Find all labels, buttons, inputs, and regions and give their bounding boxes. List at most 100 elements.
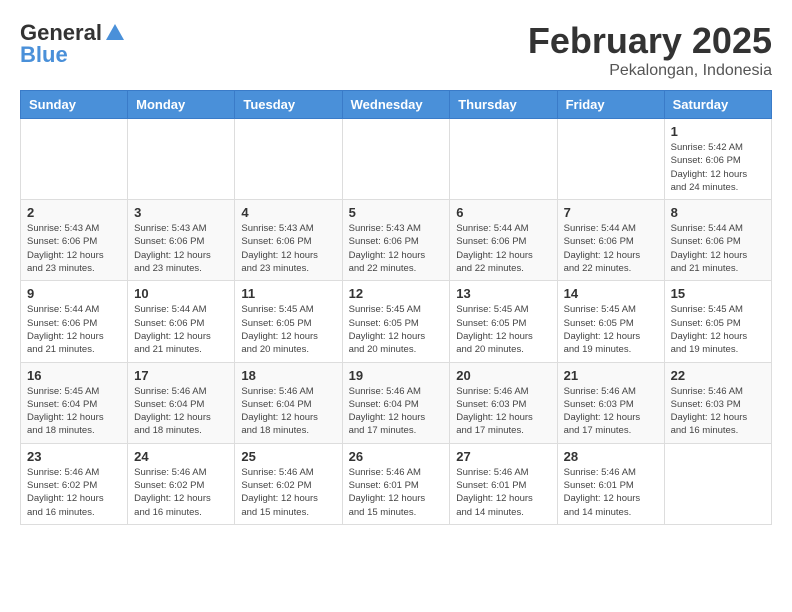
table-row: 6 Sunrise: 5:44 AM Sunset: 6:06 PM Daylig… [450, 200, 557, 281]
day-info: Sunrise: 5:46 AM Sunset: 6:04 PM Dayligh… [134, 385, 228, 438]
day-number: 1 [671, 124, 765, 139]
table-row: 9Sunrise: 5:44 AM Sunset: 6:06 PM Daylig… [21, 281, 128, 362]
day-info: Sunrise: 5:45 AM Sunset: 6:05 PM Dayligh… [456, 303, 550, 356]
day-info: Sunrise: 5:46 AM Sunset: 6:03 PM Dayligh… [456, 385, 550, 438]
day-number: 6 [456, 205, 550, 220]
day-number: 15 [671, 286, 765, 301]
day-number: 8 [671, 205, 765, 220]
table-row: 21Sunrise: 5:46 AM Sunset: 6:03 PM Dayli… [557, 362, 664, 443]
day-info: Sunrise: 5:45 AM Sunset: 6:05 PM Dayligh… [241, 303, 335, 356]
day-number: 5 [349, 205, 444, 220]
title-section: February 2025 Pekalongan, Indonesia [528, 20, 772, 80]
table-row: 24 Sunrise: 5:46 AM Sunset: 6:02 PM Dayli… [128, 443, 235, 524]
weekday-header-row: Sunday Monday Tuesday Wednesday Thursday… [21, 91, 772, 119]
page-header: General Blue February 2025 Pekalongan, I… [20, 20, 772, 80]
day-info: Sunrise: 5:46 AM Sunset: 6:01 PM Dayligh… [564, 466, 658, 519]
table-row: 25Sunrise: 5:46 AM Sunset: 6:02 PM Dayli… [235, 443, 342, 524]
logo: General Blue [20, 20, 126, 68]
header-friday: Friday [557, 91, 664, 119]
day-number: 4 [241, 205, 335, 220]
table-row [128, 119, 235, 200]
table-row: 4 Sunrise: 5:43 AM Sunset: 6:06 PM Daylig… [235, 200, 342, 281]
day-number: 26 [349, 449, 444, 464]
table-row: 3 Sunrise: 5:43 AM Sunset: 6:06 PM Daylig… [128, 200, 235, 281]
table-row: 13 Sunrise: 5:45 AM Sunset: 6:05 PM Dayli… [450, 281, 557, 362]
table-row: 7 Sunrise: 5:44 AM Sunset: 6:06 PM Daylig… [557, 200, 664, 281]
header-thursday: Thursday [450, 91, 557, 119]
day-info: Sunrise: 5:44 AM Sunset: 6:06 PM Dayligh… [456, 222, 550, 275]
day-number: 10 [134, 286, 228, 301]
table-row: 16 Sunrise: 5:45 AM Sunset: 6:04 PM Dayli… [21, 362, 128, 443]
table-row: 5 Sunrise: 5:43 AM Sunset: 6:06 PM Daylig… [342, 200, 450, 281]
day-number: 12 [349, 286, 444, 301]
table-row: 28 Sunrise: 5:46 AM Sunset: 6:01 PM Dayli… [557, 443, 664, 524]
header-sunday: Sunday [21, 91, 128, 119]
day-info: Sunrise: 5:45 AM Sunset: 6:04 PM Dayligh… [27, 385, 121, 438]
day-info: Sunrise: 5:45 AM Sunset: 6:05 PM Dayligh… [349, 303, 444, 356]
table-row: 2 Sunrise: 5:43 AM Sunset: 6:06 PM Daylig… [21, 200, 128, 281]
day-info: Sunrise: 5:43 AM Sunset: 6:06 PM Dayligh… [27, 222, 121, 275]
day-info: Sunrise: 5:45 AM Sunset: 6:05 PM Dayligh… [564, 303, 658, 356]
header-monday: Monday [128, 91, 235, 119]
table-row: 10 Sunrise: 5:44 AM Sunset: 6:06 PM Dayli… [128, 281, 235, 362]
table-row: 18 Sunrise: 5:46 AM Sunset: 6:04 PM Dayli… [235, 362, 342, 443]
table-row [450, 119, 557, 200]
day-info: Sunrise: 5:45 AM Sunset: 6:05 PM Dayligh… [671, 303, 765, 356]
table-row: 12 Sunrise: 5:45 AM Sunset: 6:05 PM Dayli… [342, 281, 450, 362]
table-row: 27Sunrise: 5:46 AM Sunset: 6:01 PM Dayli… [450, 443, 557, 524]
day-number: 9 [27, 286, 121, 301]
table-row: 17Sunrise: 5:46 AM Sunset: 6:04 PM Dayli… [128, 362, 235, 443]
table-row: 15 Sunrise: 5:45 AM Sunset: 6:05 PM Dayli… [664, 281, 771, 362]
day-info: Sunrise: 5:44 AM Sunset: 6:06 PM Dayligh… [671, 222, 765, 275]
day-info: Sunrise: 5:43 AM Sunset: 6:06 PM Dayligh… [349, 222, 444, 275]
logo-icon [104, 22, 126, 44]
table-row: 23Sunrise: 5:46 AM Sunset: 6:02 PM Dayli… [21, 443, 128, 524]
week-row-4: 23Sunrise: 5:46 AM Sunset: 6:02 PM Dayli… [21, 443, 772, 524]
week-row-3: 16 Sunrise: 5:45 AM Sunset: 6:04 PM Dayli… [21, 362, 772, 443]
table-row [235, 119, 342, 200]
table-row [557, 119, 664, 200]
day-info: Sunrise: 5:46 AM Sunset: 6:02 PM Dayligh… [134, 466, 228, 519]
location: Pekalongan, Indonesia [528, 62, 772, 80]
day-info: Sunrise: 5:44 AM Sunset: 6:06 PM Dayligh… [564, 222, 658, 275]
day-number: 14 [564, 286, 658, 301]
day-number: 13 [456, 286, 550, 301]
day-number: 16 [27, 368, 121, 383]
day-info: Sunrise: 5:46 AM Sunset: 6:04 PM Dayligh… [241, 385, 335, 438]
day-info: Sunrise: 5:42 AM Sunset: 6:06 PM Dayligh… [671, 141, 765, 194]
table-row [342, 119, 450, 200]
table-row [21, 119, 128, 200]
day-number: 18 [241, 368, 335, 383]
day-info: Sunrise: 5:46 AM Sunset: 6:03 PM Dayligh… [564, 385, 658, 438]
day-number: 24 [134, 449, 228, 464]
table-row: 20 Sunrise: 5:46 AM Sunset: 6:03 PM Dayli… [450, 362, 557, 443]
header-wednesday: Wednesday [342, 91, 450, 119]
day-info: Sunrise: 5:46 AM Sunset: 6:01 PM Dayligh… [349, 466, 444, 519]
table-row: 11Sunrise: 5:45 AM Sunset: 6:05 PM Dayli… [235, 281, 342, 362]
day-number: 28 [564, 449, 658, 464]
day-number: 20 [456, 368, 550, 383]
day-number: 25 [241, 449, 335, 464]
calendar: Sunday Monday Tuesday Wednesday Thursday… [20, 90, 772, 525]
day-info: Sunrise: 5:46 AM Sunset: 6:04 PM Dayligh… [349, 385, 444, 438]
header-saturday: Saturday [664, 91, 771, 119]
table-row: 19 Sunrise: 5:46 AM Sunset: 6:04 PM Dayli… [342, 362, 450, 443]
day-number: 19 [349, 368, 444, 383]
day-number: 2 [27, 205, 121, 220]
day-info: Sunrise: 5:43 AM Sunset: 6:06 PM Dayligh… [241, 222, 335, 275]
day-info: Sunrise: 5:43 AM Sunset: 6:06 PM Dayligh… [134, 222, 228, 275]
week-row-1: 2 Sunrise: 5:43 AM Sunset: 6:06 PM Daylig… [21, 200, 772, 281]
table-row: 22Sunrise: 5:46 AM Sunset: 6:03 PM Dayli… [664, 362, 771, 443]
day-info: Sunrise: 5:46 AM Sunset: 6:02 PM Dayligh… [27, 466, 121, 519]
day-number: 3 [134, 205, 228, 220]
table-row: 1 Sunrise: 5:42 AM Sunset: 6:06 PM Daylig… [664, 119, 771, 200]
day-info: Sunrise: 5:46 AM Sunset: 6:01 PM Dayligh… [456, 466, 550, 519]
week-row-0: 1 Sunrise: 5:42 AM Sunset: 6:06 PM Daylig… [21, 119, 772, 200]
month-year: February 2025 [528, 20, 772, 62]
week-row-2: 9 Sunrise: 5:44 AM Sunset: 6:06 PM Daylig… [21, 281, 772, 362]
day-number: 7 [564, 205, 658, 220]
day-info: Sunrise: 5:44 AM Sunset: 6:06 PM Dayligh… [134, 303, 228, 356]
table-row: 8 Sunrise: 5:44 AM Sunset: 6:06 PM Daylig… [664, 200, 771, 281]
day-number: 22 [671, 368, 765, 383]
table-row [664, 443, 771, 524]
